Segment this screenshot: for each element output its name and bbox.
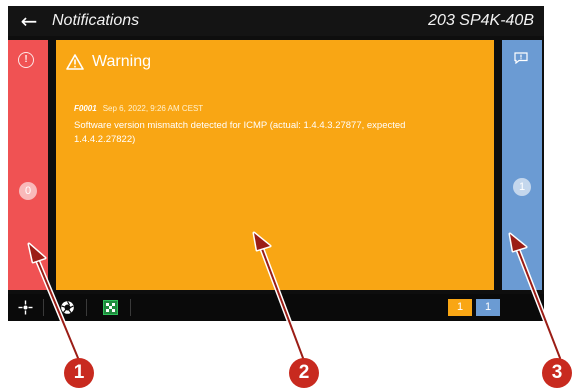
header-bar: ← Notifications 203 SP4K-40B: [8, 6, 544, 36]
status-divider: [86, 299, 87, 316]
warning-count-indicator[interactable]: 1: [448, 299, 472, 316]
aperture-icon[interactable]: [60, 300, 75, 315]
error-icon: !: [18, 52, 34, 68]
notification-code: F0001: [74, 104, 97, 113]
device-name: 203 SP4K-40B: [428, 12, 534, 29]
status-divider: [130, 299, 131, 316]
notification-meta: F0001 Sep 6, 2022, 9:26 AM CEST: [74, 104, 203, 113]
message-panel[interactable]: 1: [502, 40, 542, 290]
notification-message: Software version mismatch detected for I…: [74, 120, 406, 145]
warning-triangle-icon: [66, 54, 84, 70]
error-count-badge: 0: [19, 182, 37, 200]
message-count-badge: 1: [513, 178, 531, 196]
status-divider: [43, 299, 44, 316]
callout-marker-2: 2: [289, 358, 319, 388]
callout-marker-3: 3: [542, 358, 572, 388]
notification-datetime: Sep 6, 2022, 9:26 AM CEST: [102, 104, 204, 113]
error-panel[interactable]: ! 0: [8, 40, 48, 290]
message-icon: [514, 52, 528, 64]
pattern-grid-icon[interactable]: [103, 300, 118, 315]
back-arrow-icon[interactable]: ←: [16, 8, 42, 34]
device-screen: ← Notifications 203 SP4K-40B ! 0 Warning…: [8, 6, 544, 321]
callout-marker-1: 1: [64, 358, 94, 388]
status-bar: 1 1: [8, 294, 544, 321]
page-title: Notifications: [52, 12, 140, 29]
warning-title: Warning: [92, 53, 151, 70]
warning-panel[interactable]: Warning F0001 Sep 6, 2022, 9:26 AM CEST S…: [56, 40, 494, 290]
info-count-indicator[interactable]: 1: [476, 299, 500, 316]
crosshair-icon[interactable]: [18, 300, 33, 315]
